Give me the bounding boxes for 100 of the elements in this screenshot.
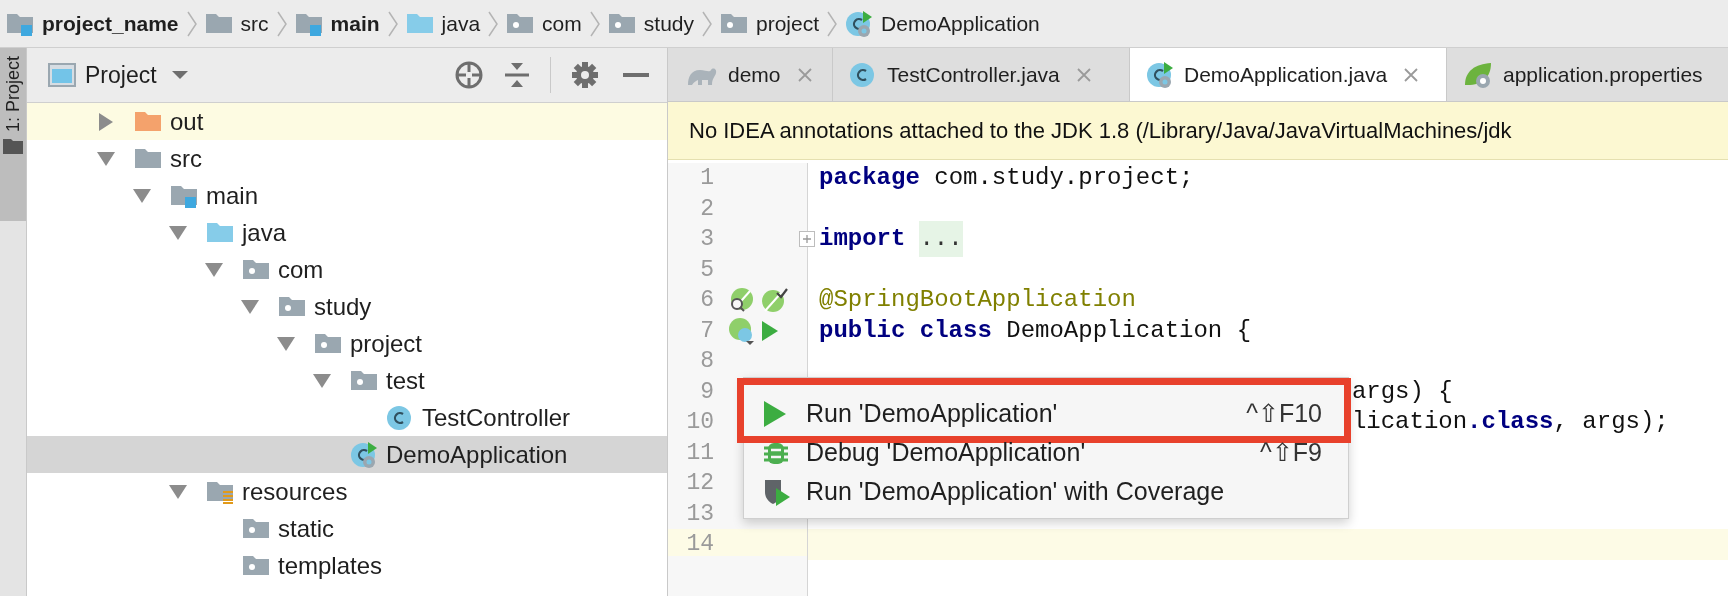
code-line: public class DemoApplication { (819, 315, 1252, 346)
breadcrumb-item[interactable]: project (756, 7, 820, 40)
tree-item-label: TestController (422, 402, 571, 433)
line-number: 14 (685, 530, 714, 559)
breadcrumb-item[interactable]: src (240, 7, 269, 40)
line-number: 13 (685, 499, 714, 529)
code-line: @SpringBootApplication (819, 285, 1136, 316)
collapse-all-icon[interactable] (504, 61, 530, 89)
tree-item-label: com (278, 254, 324, 285)
tree-item[interactable]: templates (27, 547, 667, 584)
folder-icon (607, 11, 636, 36)
tree-item-label: out (170, 106, 204, 137)
dropdown-caret-icon[interactable] (170, 70, 189, 80)
tree-item[interactable]: src (27, 140, 667, 177)
breadcrumb-item[interactable]: java (441, 7, 481, 40)
expanded-arrow-icon[interactable] (169, 225, 187, 240)
chevron-icon (488, 10, 499, 37)
line-number: 6 (699, 286, 714, 315)
breadcrumb-item[interactable]: DemoApplication (881, 7, 1040, 40)
class-run-icon (845, 9, 874, 38)
close-icon[interactable] (796, 66, 813, 83)
folder-icon (350, 368, 378, 393)
leaf-check-icon[interactable] (760, 287, 788, 314)
line-number: 11 (685, 438, 714, 468)
menu-item[interactable]: Debug 'DemoApplication' ^⇧F9 (744, 433, 1348, 472)
tree-item[interactable]: main (27, 177, 667, 214)
folder-icon (720, 11, 748, 36)
tree-item-label: src (170, 143, 202, 174)
class-run-icon (350, 440, 378, 469)
tree-item[interactable]: com (27, 251, 667, 288)
folder-icon (134, 146, 162, 171)
folder-icon (206, 479, 234, 504)
folder-icon (294, 11, 323, 36)
crosshair-icon[interactable] (454, 60, 484, 90)
collapsed-arrow-icon[interactable] (99, 112, 113, 131)
tree-item-label: static (278, 513, 334, 544)
tree-item[interactable]: static (27, 510, 667, 547)
run-icon (764, 400, 786, 427)
code-line: package com.study.project; (819, 163, 1194, 194)
folder-icon (6, 11, 34, 36)
chevron-icon (276, 10, 287, 37)
folder-icon (242, 257, 270, 282)
expanded-arrow-icon[interactable] (133, 188, 151, 203)
breadcrumb-item[interactable]: com (542, 7, 582, 40)
tree-item[interactable]: java (27, 214, 667, 251)
folder-icon (314, 331, 342, 356)
expanded-arrow-icon[interactable] (169, 484, 187, 499)
minimize-icon[interactable] (623, 72, 649, 78)
chevron-icon (387, 10, 398, 37)
line-number: 9 (699, 377, 714, 407)
fold-icon[interactable] (799, 231, 815, 248)
close-icon[interactable] (1075, 66, 1092, 83)
line-number: 7 (699, 316, 714, 346)
tree-item[interactable]: study (27, 288, 667, 325)
line-number: 2 (699, 194, 714, 224)
tree-item-label: test (386, 365, 425, 396)
expanded-arrow-icon[interactable] (241, 299, 259, 314)
tree-item-label: study (314, 291, 372, 322)
folder-icon (278, 294, 306, 319)
tree-item[interactable]: project (27, 325, 667, 362)
expanded-arrow-icon[interactable] (313, 373, 331, 388)
breadcrumb-item[interactable]: project_name (42, 7, 179, 40)
line-number: 5 (699, 255, 714, 285)
menu-item[interactable]: Run 'DemoApplication' with Coverage (744, 472, 1348, 511)
tree-item[interactable]: TestController (27, 399, 667, 436)
chevron-icon (827, 10, 838, 37)
expanded-arrow-icon[interactable] (205, 262, 223, 277)
editor-tab[interactable]: DemoApplication.java (1130, 48, 1447, 101)
folder-icon (506, 11, 535, 36)
shortcut-text: ^⇧F10 (1246, 397, 1322, 429)
expanded-arrow-icon[interactable] (277, 336, 295, 351)
menu-item[interactable]: Run 'DemoApplication' ^⇧F10 (744, 394, 1348, 433)
line-number: 1 (699, 164, 714, 193)
tree-item[interactable]: resources (27, 473, 667, 510)
tree-item[interactable]: test (27, 362, 667, 399)
leaf-search-icon[interactable] (728, 287, 754, 314)
folder-icon (206, 220, 234, 245)
shortcut-text: ^⇧F9 (1260, 436, 1322, 468)
class-icon (849, 60, 877, 89)
code-line: lication.class, args); (1351, 407, 1669, 438)
tree-item-label: java (242, 217, 287, 248)
tree-item[interactable]: DemoApplication (27, 436, 667, 473)
folder-icon (242, 516, 270, 541)
tree-item-label: templates (278, 550, 383, 581)
tree-item-label: DemoApplication (386, 439, 568, 470)
tree-item[interactable]: out (27, 103, 667, 140)
tree-item-label: project (350, 328, 423, 359)
folder-icon (3, 138, 23, 155)
window-icon (48, 63, 76, 87)
run-icon[interactable] (762, 320, 778, 341)
breadcrumb-item[interactable]: study (643, 7, 694, 40)
panel-title[interactable]: Project (85, 57, 157, 93)
line-number: 12 (685, 469, 714, 498)
close-icon[interactable] (1403, 66, 1420, 83)
class-icon (386, 403, 414, 432)
chevron-icon (589, 10, 600, 37)
expanded-arrow-icon[interactable] (97, 151, 115, 166)
chevron-icon (186, 10, 197, 37)
breadcrumb-item[interactable]: main (330, 7, 380, 40)
folder-icon (242, 553, 270, 578)
